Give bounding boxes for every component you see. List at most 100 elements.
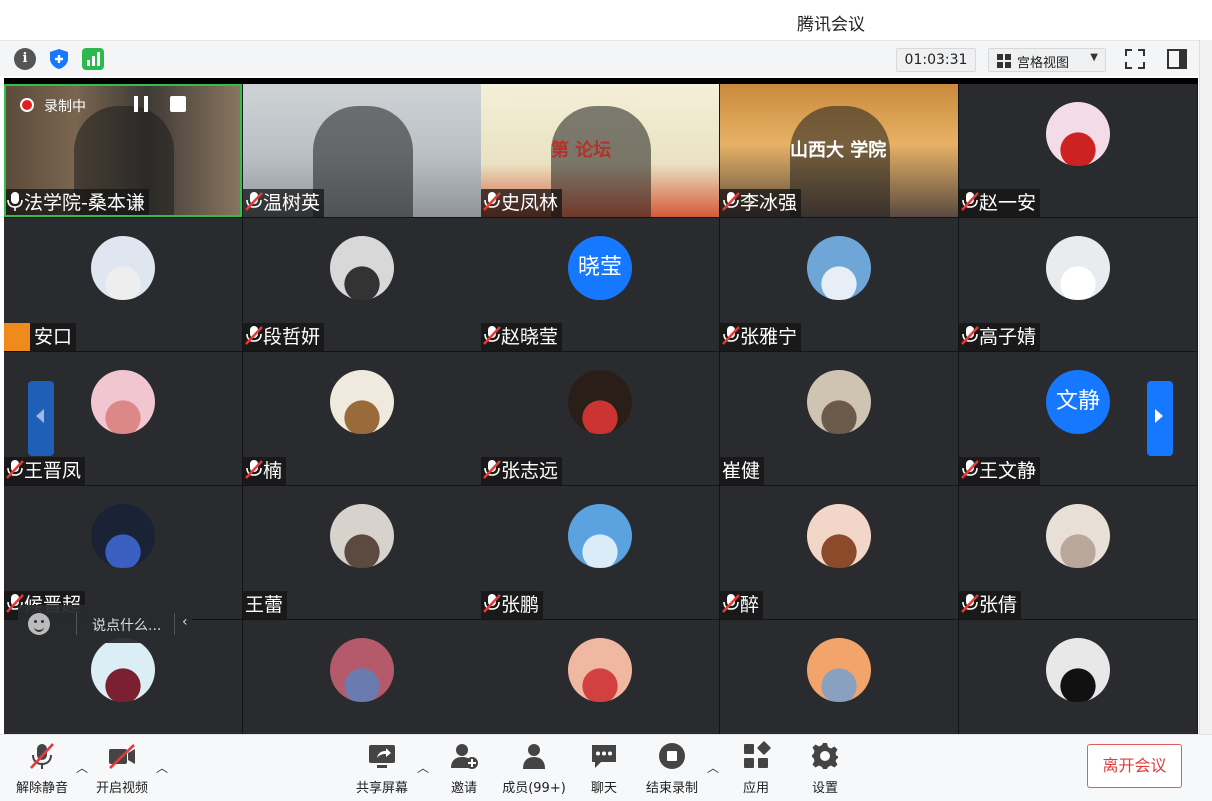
chat-button[interactable]: 聊天 — [582, 741, 626, 797]
mic-on-icon — [7, 192, 23, 211]
avatar — [330, 370, 394, 434]
recording-indicator: 录制中 — [20, 92, 200, 120]
avatar — [91, 504, 155, 568]
participant-tile[interactable] — [720, 620, 958, 734]
participant-tile[interactable]: 张鹏 — [481, 486, 719, 619]
mic-muted-icon — [30, 743, 54, 769]
participant-name: 温树英 — [263, 192, 321, 214]
participant-tile[interactable] — [243, 620, 481, 734]
view-mode-select[interactable]: 宫格视图 ▼ — [988, 48, 1106, 72]
pause-icon[interactable] — [134, 96, 148, 112]
mic-muted-icon — [961, 594, 979, 613]
invite-icon — [451, 744, 478, 769]
participant-tile[interactable]: 张志远 — [481, 352, 719, 485]
mic-muted-icon — [961, 460, 979, 479]
participant-tile[interactable]: 张雅宁 — [720, 218, 958, 351]
participant-tile[interactable]: 段哲妍 — [243, 218, 481, 351]
shield-icon[interactable] — [48, 48, 70, 70]
bottom-toolbar: 解除静音 ︿ 开启视频 ︿ 共享屏幕 ︿ 邀请 成员(99+) 聊天 结束录制 … — [0, 734, 1212, 801]
chevron-up-icon[interactable]: ︿ — [156, 759, 168, 776]
chevron-up-icon[interactable]: ︿ — [417, 759, 429, 776]
meeting-window: 腾讯会议 i 01:03:31 宫格视图 ▼ 法学院-桑本谦 录制中 温树英 第… — [0, 0, 1212, 801]
share-screen-button[interactable]: 共享屏幕 — [352, 741, 412, 797]
participant-tile[interactable]: 晓莹 赵晓莹 — [481, 218, 719, 351]
avatar — [1046, 504, 1110, 568]
participant-name: 王晋凤 — [24, 460, 82, 482]
avatar — [807, 638, 871, 702]
prev-page-button[interactable] — [28, 381, 54, 456]
participant-tile[interactable]: 温树英 — [243, 84, 481, 217]
participant-name: 张倩 — [979, 594, 1018, 616]
participant-tile[interactable]: 张倩 — [959, 486, 1197, 619]
chevron-up-icon[interactable]: ︿ — [707, 759, 719, 776]
participant-tile[interactable]: 崔健 — [720, 352, 958, 485]
chevron-up-icon[interactable]: ︿ — [76, 759, 88, 776]
banner-text: 第 论坛 — [551, 140, 612, 161]
right-edge-strip — [1199, 40, 1212, 801]
quick-chat-bar[interactable]: 说点什么... ‹ — [18, 605, 192, 643]
chevron-left-icon[interactable]: ‹ — [182, 614, 188, 630]
mic-muted-icon — [6, 460, 24, 479]
mic-muted-icon — [483, 460, 501, 479]
settings-button[interactable]: 设置 — [803, 741, 847, 797]
apps-button[interactable]: 应用 — [734, 741, 778, 797]
mic-muted-icon — [722, 326, 740, 345]
info-icon[interactable]: i — [14, 48, 36, 70]
participant-tile[interactable]: 王蕾 — [243, 486, 481, 619]
participant-tile[interactable]: 醉 — [720, 486, 958, 619]
stop-icon[interactable] — [170, 96, 186, 112]
next-page-button[interactable] — [1147, 381, 1173, 456]
participant-tile[interactable]: 第 论坛 史凤林 — [481, 84, 719, 217]
participant-name-tag: 张倩 — [959, 591, 1022, 619]
leave-meeting-button[interactable]: 离开会议 — [1087, 744, 1182, 788]
participant-tile[interactable]: 法学院-桑本谦 录制中 — [4, 84, 242, 217]
video-feed — [313, 106, 413, 217]
avatar — [568, 638, 632, 702]
participant-name-tag: 高子婧 — [959, 323, 1041, 351]
mic-muted-icon — [722, 594, 740, 613]
banner-text: 山西大 学院 — [790, 140, 887, 161]
mic-muted-icon — [483, 326, 501, 345]
mic-muted-icon — [961, 192, 979, 211]
members-button[interactable]: 成员(99+) — [500, 741, 568, 797]
participant-tile[interactable]: 赵一安 — [959, 84, 1197, 217]
start-video-button[interactable]: 开启视频 — [92, 741, 152, 797]
gear-icon — [812, 743, 838, 769]
sidebar-toggle-icon[interactable] — [1166, 48, 1188, 70]
participant-name: 安口 — [34, 326, 73, 348]
participant-tile[interactable]: 安口 — [4, 218, 242, 351]
invite-label: 邀请 — [450, 781, 477, 796]
title-bar: 腾讯会议 — [0, 0, 1212, 40]
participant-tile[interactable] — [959, 620, 1197, 734]
user-icon — [4, 323, 30, 351]
invite-button[interactable]: 邀请 — [442, 741, 486, 797]
fullscreen-icon[interactable] — [1124, 48, 1146, 70]
participant-tile[interactable]: 候晋超 — [4, 486, 242, 619]
divider — [76, 613, 77, 635]
participant-name: 张志远 — [501, 460, 559, 482]
avatar — [330, 504, 394, 568]
participant-name: 张雅宁 — [740, 326, 798, 348]
participant-name: 王蕾 — [245, 594, 284, 616]
stop-recording-button[interactable]: 结束录制 — [642, 741, 702, 797]
participant-tile[interactable]: 山西大 学院李冰强 — [720, 84, 958, 217]
emoji-icon[interactable] — [28, 613, 50, 635]
participant-name-tag: 楠 — [243, 457, 287, 485]
avatar — [91, 370, 155, 434]
record-dot-icon — [20, 98, 34, 112]
participant-tile[interactable] — [481, 620, 719, 734]
signal-icon[interactable] — [82, 48, 104, 70]
participant-name: 段哲妍 — [263, 326, 321, 348]
unmute-button[interactable]: 解除静音 — [12, 741, 72, 797]
avatar — [330, 638, 394, 702]
avatar: 晓莹 — [568, 236, 632, 300]
participant-tile[interactable]: 楠 — [243, 352, 481, 485]
participant-tile[interactable]: 高子婧 — [959, 218, 1197, 351]
mic-muted-icon — [961, 326, 979, 345]
chat-input[interactable]: 说点什么... — [92, 615, 161, 635]
participant-name-tag: 张志远 — [481, 457, 563, 485]
apps-label: 应用 — [742, 781, 769, 796]
participant-name: 李冰强 — [740, 192, 798, 214]
mic-muted-icon — [722, 192, 740, 211]
chat-label: 聊天 — [590, 781, 617, 796]
